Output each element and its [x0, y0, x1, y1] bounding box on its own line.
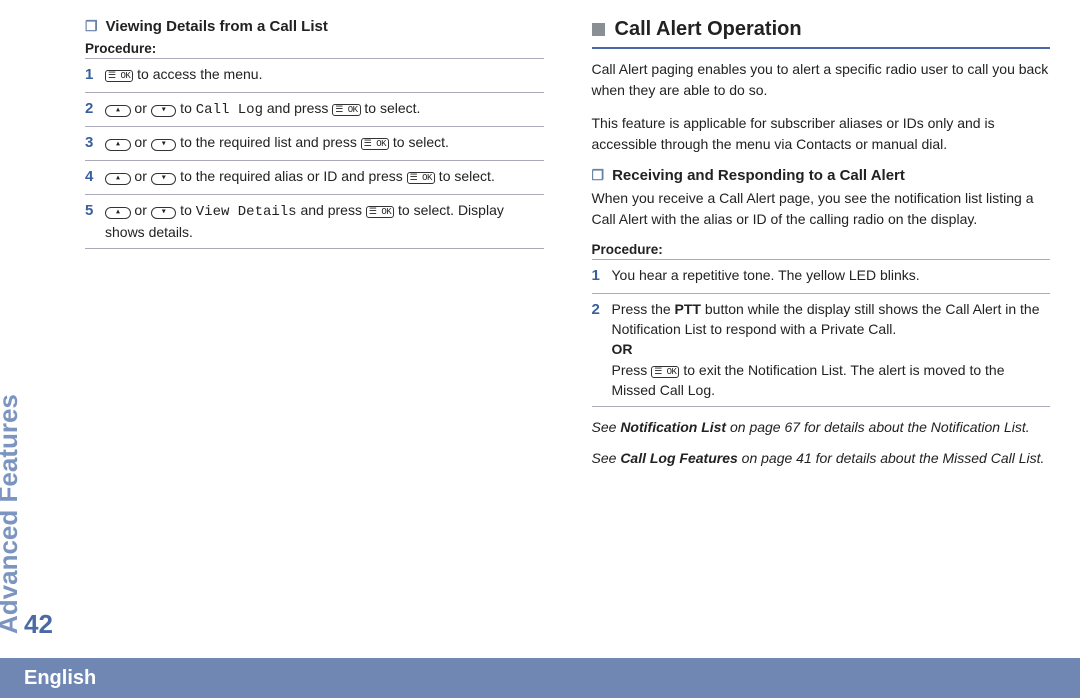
- page-number: 42: [24, 609, 53, 640]
- ok-button-icon: ☰ OK: [332, 104, 360, 116]
- step-body: ▴ or ▾ to the required alias or ID and p…: [105, 166, 544, 186]
- down-arrow-icon: ▾: [151, 139, 177, 151]
- ok-button-icon: ☰ OK: [361, 138, 389, 150]
- menu-item-text: View Details: [196, 204, 297, 220]
- step-number: 1: [592, 265, 612, 287]
- left-column: ❐ Viewing Details from a Call List Proce…: [85, 18, 544, 638]
- step-body: ☰ OK to access the menu.: [105, 64, 544, 84]
- step-body: Press the PTT button while the display s…: [612, 299, 1051, 400]
- ok-button-icon: ☰ OK: [407, 172, 435, 184]
- ok-button-icon: ☰ OK: [366, 206, 394, 218]
- step-body: ▴ or ▾ to Call Log and press ☰ OK to sel…: [105, 98, 544, 120]
- ok-button-icon: ☰ OK: [651, 366, 679, 378]
- step-body: You hear a repetitive tone. The yellow L…: [612, 265, 1051, 285]
- procedure-step: 3▴ or ▾ to the required list and press ☰…: [85, 126, 544, 160]
- intro-paragraph-2: This feature is applicable for subscribe…: [592, 113, 1051, 155]
- down-arrow-icon: ▾: [151, 173, 177, 185]
- step-number: 1: [85, 64, 105, 86]
- menu-item-text: Call Log: [196, 102, 263, 118]
- right-column: Call Alert Operation Call Alert paging e…: [592, 18, 1051, 638]
- footer-language: English: [24, 667, 96, 690]
- up-arrow-icon: ▴: [105, 207, 131, 219]
- step-body: ▴ or ▾ to View Details and press ☰ OK to…: [105, 200, 544, 243]
- up-arrow-icon: ▴: [105, 105, 131, 117]
- down-arrow-icon: ▾: [151, 207, 177, 219]
- ok-button-icon: ☰ OK: [105, 70, 133, 82]
- footer-bar: English: [0, 658, 1080, 698]
- procedure-step: 5▴ or ▾ to View Details and press ☰ OK t…: [85, 194, 544, 250]
- step-number: 2: [592, 299, 612, 321]
- chapter-title: Advanced Features: [0, 394, 24, 634]
- step-number: 5: [85, 200, 105, 222]
- procedure-step: 2▴ or ▾ to Call Log and press ☰ OK to se…: [85, 92, 544, 126]
- section-title: Call Alert Operation: [615, 18, 802, 41]
- see-note-2-bold: Call Log Features: [620, 450, 737, 466]
- left-subheading: ❐ Viewing Details from a Call List: [85, 18, 544, 35]
- side-rail: Advanced Features: [0, 394, 24, 634]
- procedure-step: 2Press the PTT button while the display …: [592, 293, 1051, 407]
- intro-paragraph-1: Call Alert paging enables you to alert a…: [592, 59, 1051, 101]
- right-procedure-label: Procedure:: [592, 242, 1051, 257]
- procedure-step: 1You hear a repetitive tone. The yellow …: [592, 259, 1051, 293]
- right-subheading-text: Receiving and Responding to a Call Alert: [612, 167, 905, 184]
- bold-text: PTT: [675, 301, 701, 317]
- up-arrow-icon: ▴: [105, 173, 131, 185]
- left-procedure-label: Procedure:: [85, 41, 544, 56]
- see-note-1: See Notification List on page 67 for det…: [592, 417, 1051, 438]
- right-subheading: ❐ Receiving and Responding to a Call Ale…: [592, 167, 1051, 184]
- step-body: ▴ or ▾ to the required list and press ☰ …: [105, 132, 544, 152]
- procedure-step: 4▴ or ▾ to the required alias or ID and …: [85, 160, 544, 194]
- step-number: 3: [85, 132, 105, 154]
- down-arrow-icon: ▾: [151, 105, 177, 117]
- left-steps: 1☰ OK to access the menu.2▴ or ▾ to Call…: [85, 58, 544, 249]
- see-note-2: See Call Log Features on page 41 for det…: [592, 448, 1051, 469]
- file-icon: ❐: [592, 167, 605, 184]
- right-sub-paragraph: When you receive a Call Alert page, you …: [592, 188, 1051, 230]
- step-number: 4: [85, 166, 105, 188]
- see-note-1-bold: Notification List: [620, 419, 726, 435]
- right-steps: 1You hear a repetitive tone. The yellow …: [592, 259, 1051, 407]
- square-bullet-icon: [592, 23, 605, 36]
- up-arrow-icon: ▴: [105, 139, 131, 151]
- page-content: ❐ Viewing Details from a Call List Proce…: [85, 18, 1050, 638]
- procedure-step: 1☰ OK to access the menu.: [85, 58, 544, 92]
- section-heading: Call Alert Operation: [592, 18, 1051, 49]
- step-number: 2: [85, 98, 105, 120]
- left-subheading-text: Viewing Details from a Call List: [106, 18, 328, 35]
- bold-text: OR: [612, 341, 633, 357]
- file-icon: ❐: [85, 18, 98, 35]
